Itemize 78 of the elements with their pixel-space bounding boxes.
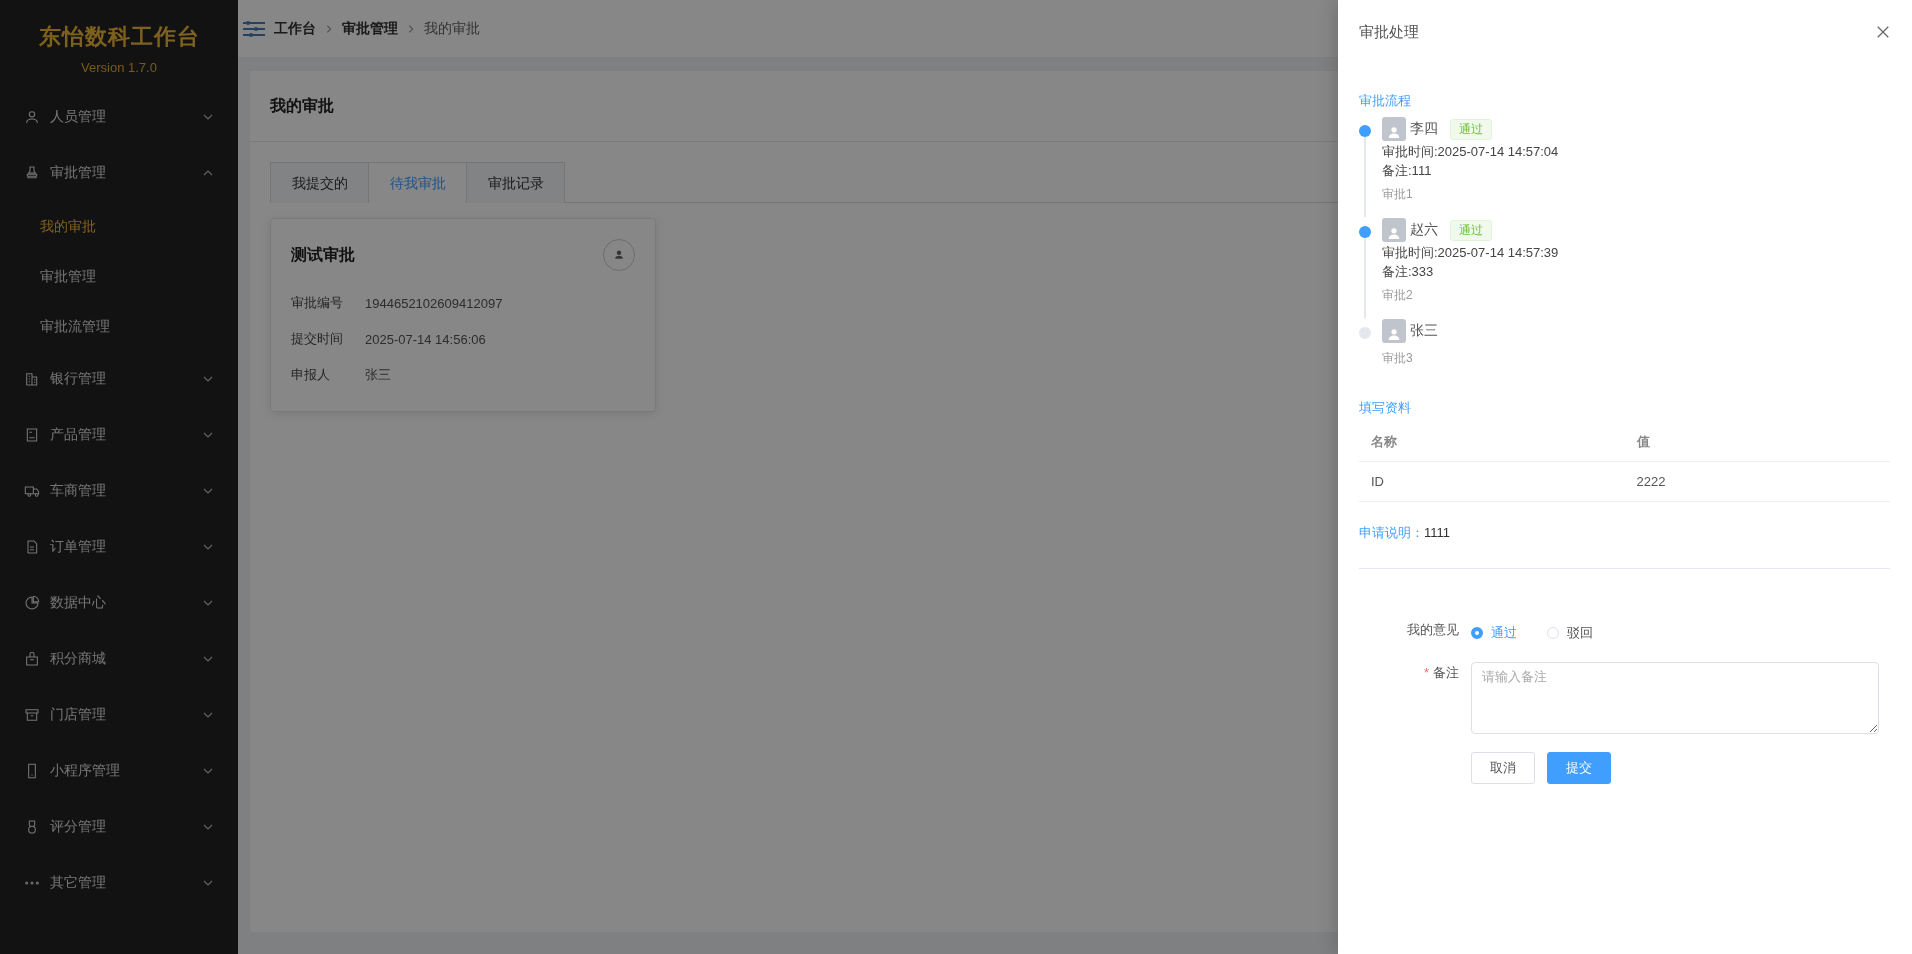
field-value: 2025-07-14 14:56:06	[365, 331, 486, 347]
step-label: 审批2	[1382, 287, 1414, 304]
menu-item[interactable]: 数据中心	[0, 575, 238, 631]
menu-icon	[24, 707, 40, 723]
submenu-item[interactable]: 审批流管理	[0, 301, 238, 351]
menu-item[interactable]: 订单管理	[0, 519, 238, 575]
menu-icon	[24, 165, 40, 181]
form-label: 备注	[1433, 665, 1459, 680]
breadcrumb-item: 我的审批	[424, 19, 480, 38]
table-cell: 2222	[1636, 474, 1666, 489]
remark-field[interactable]: 请输入备注	[1471, 662, 1879, 734]
sliders-icon[interactable]	[242, 18, 266, 39]
status-tag: 通过	[1450, 219, 1492, 241]
column-header: 值	[1636, 434, 1650, 449]
column-header: 名称	[1371, 434, 1397, 449]
step-label: 审批1	[1382, 186, 1414, 203]
explanation-value: 1111	[1424, 525, 1451, 540]
section-heading: 填写资料	[1359, 399, 1412, 417]
field-value: 1944652102609412097	[365, 295, 503, 311]
close-icon[interactable]	[1876, 25, 1890, 39]
approval-note: 备注:111	[1382, 162, 1433, 180]
chevron-icon	[406, 23, 416, 34]
card-title: 测试审批	[291, 244, 355, 265]
explanation-label: 申请说明：	[1359, 525, 1424, 540]
approval-time: 审批时间:2025-07-14 14:57:39	[1382, 244, 1559, 262]
tab[interactable]: 审批记录	[467, 162, 565, 203]
menu-icon	[24, 427, 40, 443]
menu-item[interactable]: 门店管理	[0, 687, 238, 743]
menu-icon	[24, 109, 40, 125]
chevron-icon	[324, 23, 334, 34]
radio-icon[interactable]	[1471, 627, 1483, 639]
submenu-item[interactable]: 审批管理	[0, 251, 238, 301]
step-label: 审批3	[1382, 350, 1414, 367]
breadcrumb-item[interactable]: 审批管理	[342, 19, 398, 38]
menu-icon	[24, 539, 40, 555]
menu-item[interactable]: 审批管理	[0, 145, 238, 201]
form-label: 我的意见	[1406, 621, 1460, 639]
menu-icon	[24, 483, 40, 499]
drawer-title: 审批处理	[1359, 22, 1419, 42]
menu-item[interactable]: 产品管理	[0, 407, 238, 463]
radio-option[interactable]: 通过	[1471, 622, 1517, 644]
field-label: 审批编号	[291, 294, 344, 312]
field-value: 张三	[365, 366, 391, 384]
radio-option[interactable]: 驳回	[1547, 622, 1593, 644]
approval-card[interactable]: 测试审批 审批编号 1944652102609412097 提交时间 2025-07-14 14:56:06 申报人 张三	[270, 218, 656, 412]
submit-button[interactable]: 提交	[1547, 752, 1611, 784]
menu-item[interactable]: 车商管理	[0, 463, 238, 519]
menu-item[interactable]: 评分管理	[0, 799, 238, 855]
avatar-icon	[1382, 117, 1406, 141]
menu-item[interactable]: 积分商城	[0, 631, 238, 687]
approval-note: 备注:333	[1382, 263, 1435, 281]
menu-icon	[24, 651, 40, 667]
menu-item[interactable]: 银行管理	[0, 351, 238, 407]
cancel-button[interactable]: 取消	[1471, 752, 1535, 784]
field-label: 提交时间	[291, 330, 344, 348]
approver-name: 张三	[1410, 322, 1438, 340]
submenu-item[interactable]: 我的审批	[0, 201, 238, 251]
field-label: 申报人	[291, 366, 331, 384]
page-title: 我的审批	[270, 95, 334, 116]
approver-name: 李四	[1410, 120, 1438, 138]
avatar-icon	[1382, 319, 1406, 343]
table-cell: ID	[1371, 474, 1384, 489]
version-label: Version 1.7.0	[80, 60, 158, 75]
menu-icon	[24, 371, 40, 387]
avatar-icon	[1382, 218, 1406, 242]
tab[interactable]: 我提交的	[270, 162, 369, 203]
menu-item[interactable]: 小程序管理	[0, 743, 238, 799]
menu-icon	[24, 595, 40, 611]
menu-item[interactable]: 人员管理	[0, 89, 238, 145]
menu-item[interactable]: 其它管理	[0, 855, 238, 911]
required-mark: *	[1423, 665, 1429, 680]
tab[interactable]: 待我审批	[369, 162, 467, 203]
breadcrumb-item[interactable]: 工作台	[274, 19, 316, 38]
approver-name: 赵六	[1410, 221, 1438, 239]
approval-time: 审批时间:2025-07-14 14:57:04	[1382, 143, 1559, 161]
status-tag: 通过	[1450, 118, 1492, 140]
section-heading: 审批流程	[1359, 92, 1412, 110]
app-title: 东怡数科工作台	[37, 23, 201, 51]
